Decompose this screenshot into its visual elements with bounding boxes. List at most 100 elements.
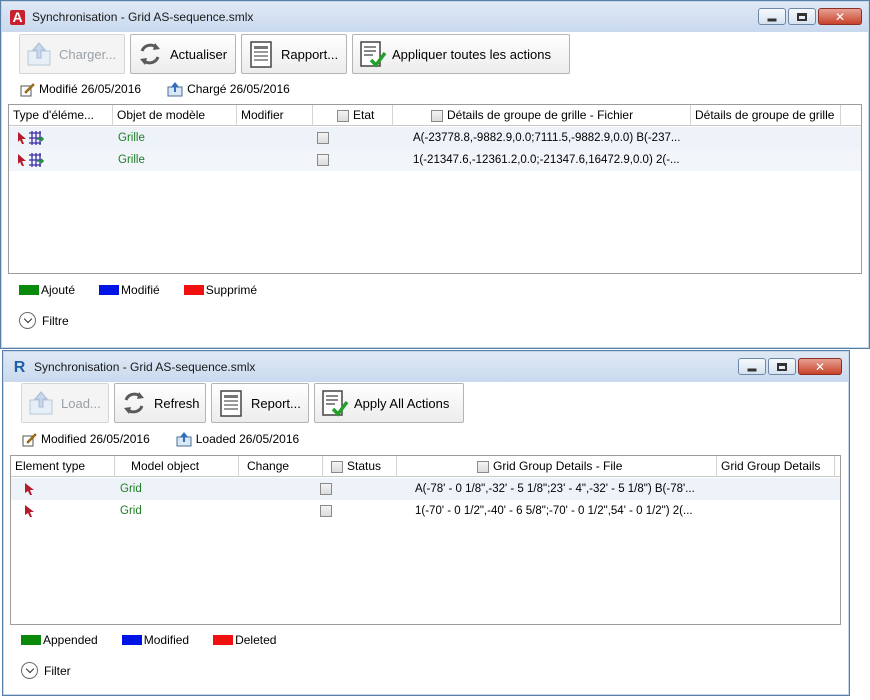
load-folder-icon (29, 391, 53, 415)
grid-element-icon (25, 482, 34, 495)
maximize-button[interactable] (788, 8, 816, 25)
column-header-details[interactable]: Détails de groupe de grille (691, 105, 841, 126)
close-button[interactable]: ✕ (798, 358, 842, 375)
column-header-status[interactable]: Status (323, 456, 397, 477)
load-button[interactable]: Charger... (19, 34, 125, 74)
title-bar[interactable]: R Synchronisation - Grid AS-sequence.sml… (4, 352, 848, 382)
modified-date: Modifié 26/05/2016 (39, 82, 142, 96)
apply-checklist-icon (360, 41, 387, 68)
window-title: Synchronisation - Grid AS-sequence.smlx (32, 10, 254, 24)
loaded-folder-icon (167, 82, 183, 97)
legend-modified: Modified (121, 633, 190, 647)
column-header-model-object[interactable]: Model object (115, 456, 239, 477)
deleted-swatch (183, 285, 204, 295)
refresh-button[interactable]: Actualiser (130, 34, 236, 74)
status-cell[interactable] (320, 500, 340, 522)
column-header-status[interactable]: Etat (313, 105, 393, 126)
status-cell[interactable] (317, 149, 337, 171)
file-details-header-label: Détails de groupe de grille - Fichier (447, 108, 634, 122)
loaded-status: Chargé 26/05/2016 (167, 81, 290, 97)
chevron-down-icon[interactable] (19, 312, 36, 329)
modified-date: Modified 26/05/2016 (41, 432, 150, 446)
column-header-details[interactable]: Grid Group Details (717, 456, 835, 477)
apply-all-actions-button[interactable]: Appliquer toutes les actions (352, 34, 570, 74)
toolbar: Charger... Actualiser Rapport... Appliqu… (19, 34, 570, 74)
table-row[interactable]: Grid A(-78' - 0 1/8",-32' - 5 1/8";23' -… (11, 478, 840, 500)
sync-window-revit: R Synchronisation - Grid AS-sequence.sml… (2, 350, 850, 696)
status-header-label: Status (347, 459, 382, 473)
grid-element-icon (25, 504, 34, 517)
status-cell[interactable] (317, 127, 337, 149)
column-header-file-details[interactable]: Grid Group Details - File (397, 456, 717, 477)
status-header-checkbox[interactable] (337, 109, 349, 122)
report-button[interactable]: Rapport... (241, 34, 347, 74)
status-checkbox[interactable] (317, 153, 329, 166)
title-bar[interactable]: A Synchronisation - Grid AS-sequence.sml… (2, 2, 868, 32)
file-details-cell: 1(-21347.6,-12361.2,0.0;-21347.6,16472.9… (413, 154, 680, 166)
apply-all-actions-button[interactable]: Apply All Actions (314, 383, 464, 423)
load-button-label: Load... (61, 395, 101, 411)
column-header-element-type[interactable]: Type d'éléme... (9, 105, 113, 126)
loaded-folder-icon (176, 432, 192, 447)
legend-appended: Appended (21, 633, 98, 647)
apply-checklist-icon (322, 390, 349, 417)
file-details-header-label: Grid Group Details - File (493, 459, 623, 473)
filter-label: Filter (44, 663, 71, 678)
deleted-swatch (213, 635, 234, 645)
refresh-icon (140, 43, 160, 65)
model-object-cell: Grid (120, 483, 142, 495)
legend-deleted: Supprimé (183, 283, 257, 297)
loaded-date: Loaded 26/05/2016 (195, 432, 300, 446)
report-button-label: Rapport... (281, 46, 339, 62)
legend: Appended Modified Deleted (21, 633, 276, 647)
table-row[interactable]: Grid 1(-70' - 0 1/2",-40' - 6 5/8";-70' … (11, 500, 840, 522)
column-header-change[interactable]: Modifier (237, 105, 313, 126)
modified-swatch (99, 285, 120, 295)
filter-label: Filtre (42, 313, 69, 328)
apply-all-actions-label: Apply All Actions (354, 395, 450, 411)
window-title: Synchronisation - Grid AS-sequence.smlx (34, 360, 256, 374)
filter-toggle[interactable]: Filter (21, 662, 71, 679)
table-row[interactable]: Grille 1(-21347.6,-12361.2,0.0;-21347.6,… (9, 149, 861, 171)
model-object-cell: Grille (118, 132, 145, 144)
appended-swatch (21, 635, 41, 645)
maximize-icon (777, 362, 787, 371)
element-type-cell (15, 127, 55, 149)
close-button[interactable]: ✕ (818, 8, 862, 25)
status-header-checkbox[interactable] (331, 460, 343, 473)
column-header-element-type[interactable]: Element type (11, 456, 115, 477)
minimize-button[interactable] (738, 358, 766, 375)
model-object-cell: Grid (120, 505, 142, 517)
legend-deleted: Deleted (213, 633, 276, 647)
table-row[interactable]: Grille A(-23778.8,-9882.9,0.0;7111.5,-98… (9, 127, 861, 149)
model-object-cell: Grille (118, 154, 145, 166)
column-header-change[interactable]: Change (239, 456, 323, 477)
load-button[interactable]: Load... (21, 383, 109, 423)
status-checkbox[interactable] (320, 482, 332, 495)
modified-label: Modified (143, 633, 190, 647)
modified-swatch (121, 635, 142, 645)
status-cell[interactable] (320, 478, 340, 500)
element-type-cell (15, 149, 55, 171)
status-checkbox[interactable] (320, 504, 332, 517)
element-type-cell (23, 478, 43, 500)
column-header-model-object[interactable]: Objet de modèle (113, 105, 237, 126)
sync-window-autocad: A Synchronisation - Grid AS-sequence.sml… (0, 0, 870, 349)
column-header-file-details[interactable]: Détails de groupe de grille - Fichier (393, 105, 691, 126)
revit-app-icon: R (13, 359, 26, 376)
report-button[interactable]: Report... (211, 383, 309, 423)
status-checkbox[interactable] (317, 131, 329, 144)
report-button-label: Report... (251, 395, 301, 411)
file-details-header-checkbox[interactable] (477, 460, 489, 473)
minimize-button[interactable] (758, 8, 786, 25)
chevron-down-icon[interactable] (21, 662, 38, 679)
deleted-label: Deleted (235, 633, 277, 647)
grid-element-icon (18, 152, 45, 167)
report-document-icon (220, 390, 242, 417)
maximize-button[interactable] (768, 358, 796, 375)
file-details-header-checkbox[interactable] (431, 109, 443, 122)
refresh-button[interactable]: Refresh (114, 383, 206, 423)
autocad-app-icon: A (10, 10, 25, 25)
file-details-cell: 1(-70' - 0 1/2",-40' - 6 5/8";-70' - 0 1… (415, 505, 693, 517)
filter-toggle[interactable]: Filtre (19, 312, 69, 329)
